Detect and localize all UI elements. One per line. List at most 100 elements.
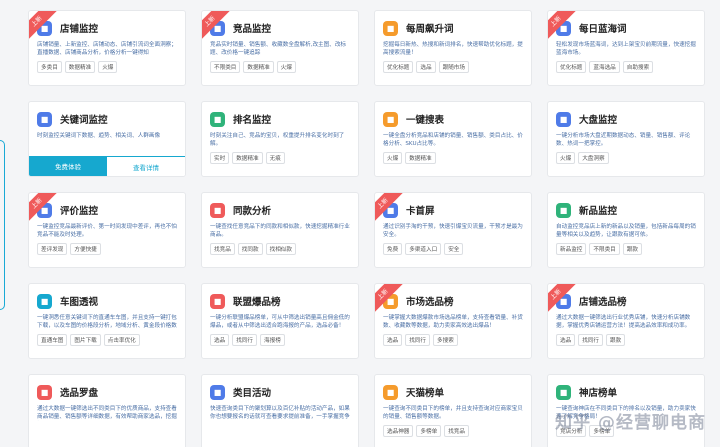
view-details-button[interactable]: 查看详情 [107, 156, 185, 176]
card-tag: 找同行 [232, 334, 257, 346]
card-header: ■ 市场选品榜 [383, 291, 523, 311]
card-title: 天猫榜单 [406, 388, 445, 399]
card-tag: 优化标题 [383, 61, 414, 73]
card-title: 竞品监控 [233, 24, 272, 35]
card-header: ■ 店铺选品榜 [556, 291, 696, 311]
card-description: 一键洞悉任意关键词下的直通车车图，并且支持一键打包下载，以及车图的价格段分析，地… [37, 315, 177, 329]
tool-card-tmall-rank[interactable]: ■ 天猫榜单 一键查询不同类目下的榜单，并且支持查询对应商家宝贝的销量、销售额等数据… [374, 374, 532, 447]
card-header: ■ 店铺监控 [37, 18, 177, 38]
tool-card-category-event[interactable]: ■ 类目活动快速查询类目下的聚划算以及百亿补贴的活动产品，如果你也想要报名的话就可… [201, 374, 359, 447]
card-header: ■ 一键搜表 [383, 109, 523, 129]
card-header: ■ 新品监控 [556, 200, 696, 220]
card-header: ■ 选品罗盘 [37, 382, 177, 402]
card-title: 每周飙升词 [406, 24, 454, 35]
tool-card-rank-trophy[interactable]: ■ 排名监控 时刻关注自己、竞品的宝贝，权重提升排名变化时刻了解。 实时 数据精准 无痕 [201, 101, 359, 177]
card-tags: 差评发现 方便快捷 [37, 243, 177, 255]
card-tags: 火爆 数据精准 [383, 152, 523, 164]
card-title: 车图透视 [60, 297, 99, 308]
card-title: 同款分析 [233, 206, 272, 217]
tool-card-keyword-shield[interactable]: ■ 关键词监控 时刻监控关键词下数据、趋势、相关词、人群画像 免费体验 查看详情 [28, 101, 186, 177]
card-header: ■ 卡首屏 [383, 200, 523, 220]
card-tag: 不限类目 [589, 243, 620, 255]
card-description: 时刻监控关键词下数据、趋势、相关词、人群画像 [37, 133, 161, 139]
card-header: ■ 竞品监控 [210, 18, 350, 38]
tool-card-same-item[interactable]: ■ 同款分析 一键查找任意竞品下的同款和相似款，快速挖掘精准行业商品。 找竞品 找同款找… [201, 192, 359, 268]
tool-card-trend-up[interactable]: ■ 每周飙升词 挖掘每日新热、热搜和新词排名，快速帮助优化标题，提高搜索流量！ 优化标… [374, 10, 532, 86]
tool-card-compass[interactable]: ■ 选品罗盘通过大数据一键筛选出不同类目下的优质商品，支持查看商品销量、销售额等详… [28, 374, 186, 447]
keyword-shield-icon: ■ [37, 111, 52, 127]
card-description: 通过大数据一键筛选出不同类目下的优质商品，支持查看商品销量、销售额等详细数据，有… [37, 406, 177, 420]
card-header: ■ 评价监控 [37, 200, 177, 220]
card-tag: 找同款 [237, 243, 263, 255]
card-tag: 蓝海选品 [589, 61, 620, 73]
card-description: 一键分析市场大盘近期数据动态、销量、销售额、评论数、热词一把掌控。 [556, 133, 691, 147]
card-tag: 多搜索 [433, 334, 458, 346]
card-title: 大盘监控 [579, 115, 618, 126]
tool-card-market-pick[interactable]: 上新 ■ 市场选品榜 一键掌握大数据爆款市场选品榜单，支持查看销量、补货数、收藏数等数… [374, 283, 532, 359]
card-tag: 安全 [444, 243, 464, 255]
free-trial-button[interactable]: 免费体验 [29, 156, 107, 176]
card-tag: 跟款 [606, 334, 626, 346]
card-description: 挖掘每日新热、热搜和新词排名，快速帮助优化标题，提高搜索流量！ [383, 42, 523, 56]
card-tags: 选品神器 多榜单 找竞品 [383, 425, 523, 437]
card-tag: 直通车图 [37, 334, 68, 346]
tool-card-first-screen[interactable]: 上新 ■ 卡首屏 通过识别手淘的干预，快速引爆宝贝流量，干预才是最为安全。 免费 多渠道入… [374, 192, 532, 268]
tool-card-shop-pick[interactable]: 上新 ■ 店铺选品榜 通过大数据一键筛选出行业优秀店铺，快速分析店铺数据，掌握优秀店铺… [547, 283, 705, 359]
category-event-icon: ■ [210, 384, 225, 400]
card-description: 一键查找任意竞品下的同款和相似款，快速挖掘精准行业商品。 [210, 224, 350, 238]
card-tag: 找竞品 [210, 243, 235, 255]
tool-card-new-item[interactable]: ■ 新品监控 自动监控竞品店上新的新品以及销量，包括新品每周的销量等相关以及趋势，让… [547, 192, 705, 268]
card-title: 类目活动 [233, 388, 272, 399]
card-tag: 图片下载 [70, 334, 101, 346]
card-tag: 选品 [416, 61, 436, 73]
card-tag: 多榜单 [416, 425, 442, 437]
card-tags: 新品监控 不限类目 跟款 [556, 243, 696, 255]
tool-card-product-monitor[interactable]: 上新 ■ 竞品监控 竞品实时销量、销售额、收藏数全盘解析,改主图、改标题、改价格一键追… [201, 10, 359, 86]
card-header: ■ 车图透视 [37, 291, 177, 311]
card-tags: 优化标题 选品 跟随市场 [383, 61, 523, 73]
card-title: 评价监控 [60, 206, 99, 217]
card-tags: 选品 找同行 海报榜 [210, 334, 350, 346]
tool-card-store-monitor[interactable]: 上新 ■ 店铺监控 店铺销量、上新监控、店铺动态、店铺引流词全面洞察；直播数据、店铺商… [28, 10, 186, 86]
tool-card-grid: 上新 ■ 店铺监控 店铺销量、上新监控、店铺动态、店铺引流词全面洞察；直播数据、店铺商… [28, 10, 720, 447]
card-description: 时刻关注自己、竞品的宝贝，权重提升排名变化时刻了解。 [210, 133, 345, 147]
card-tag: 新品监控 [556, 243, 587, 255]
card-tags: 免费 多渠道入口 安全 [383, 243, 523, 255]
card-tags: 不限类目 数据精准 火爆 [210, 61, 350, 73]
tool-card-blue-ocean[interactable]: 上新 ■ 每日蓝海词 轻松发现市场蓝海词，达到上架宝贝前期流量，快速挖掘蓝海市场。 优化… [547, 10, 705, 86]
card-tag: 选品 [383, 334, 403, 346]
card-tags: 直通车图 图片下载 点击率优化 [37, 334, 177, 346]
tool-card-car-image[interactable]: ■ 车图透视一键洞悉任意关键词下的直通车车图，并且支持一键打包下载，以及车图的价格… [28, 283, 186, 359]
card-tag: 选品 [210, 334, 230, 346]
card-tags: 多类目 数据精准 火爆 [37, 61, 177, 73]
car-image-icon: ■ [37, 293, 52, 309]
card-description: 快速查询类目下的聚划算以及百亿补贴的活动产品，如果你也想要报名的话就可查看要求提… [210, 406, 350, 420]
tool-card-search-sheet[interactable]: ■ 一键搜表 一键全盘分析竞品和店铺的销量、销售额、类目占比、价格分析、SKU占比等… [374, 101, 532, 177]
rank-trophy-icon: ■ [210, 111, 225, 127]
card-tag: 跟随市场 [438, 61, 469, 73]
card-tag: 数据精准 [405, 152, 436, 164]
card-description: 一键掌握大数据爆款市场选品榜单，支持查看销量、补货数、收藏数等数据，助力卖家高效… [383, 315, 523, 329]
card-tag: 不限类目 [210, 61, 241, 73]
card-title: 店铺选品榜 [579, 297, 627, 308]
card-tag: 跟款 [622, 243, 642, 255]
card-tag: 多类目 [37, 61, 62, 73]
card-title: 联盟爆品榜 [233, 297, 281, 308]
card-header: ■ 类目活动 [210, 382, 350, 402]
tool-card-alliance-hot[interactable]: ■ 联盟爆品榜 一键分析联盟爆品榜单，可从中筛选出销量高且佣金低的爆品，或者从中筛选… [201, 283, 359, 359]
tool-card-review-monitor[interactable]: 上新 ■ 评价监控 一键监控竞品最新评价、第一时间发现中差评，再也不怕竞品不能及时处理… [28, 192, 186, 268]
card-tags: 找竞品 找同款 找相似款 [210, 243, 350, 255]
card-tag: 无痕 [265, 152, 285, 164]
card-title: 排名监控 [233, 115, 272, 126]
card-tag: 找竞品 [444, 425, 469, 437]
tool-card-market-grid[interactable]: ■ 大盘监控 一键分析市场大盘近期数据动态、销量、销售额、评论数、热词一把掌控。 火爆… [547, 101, 705, 177]
card-title: 市场选品榜 [406, 297, 454, 308]
card-description: 一键监控竞品最新评价、第一时间发现中差评，再也不怕竞品不能及时处理。 [37, 224, 177, 238]
card-description: 一键分析联盟爆品榜单，可从中筛选出销量高且佣金低的爆品，或者从中筛选出适合跑海报… [210, 315, 350, 329]
card-tag: 数据精准 [232, 152, 263, 164]
card-title: 选品罗盘 [60, 388, 99, 399]
card-tag: 点击率优化 [103, 334, 140, 346]
card-tag: 火爆 [98, 61, 118, 73]
watermark: 知乎 @经营聊电商 [555, 413, 706, 433]
card-button-row: 免费体验 查看详情 [29, 156, 185, 176]
